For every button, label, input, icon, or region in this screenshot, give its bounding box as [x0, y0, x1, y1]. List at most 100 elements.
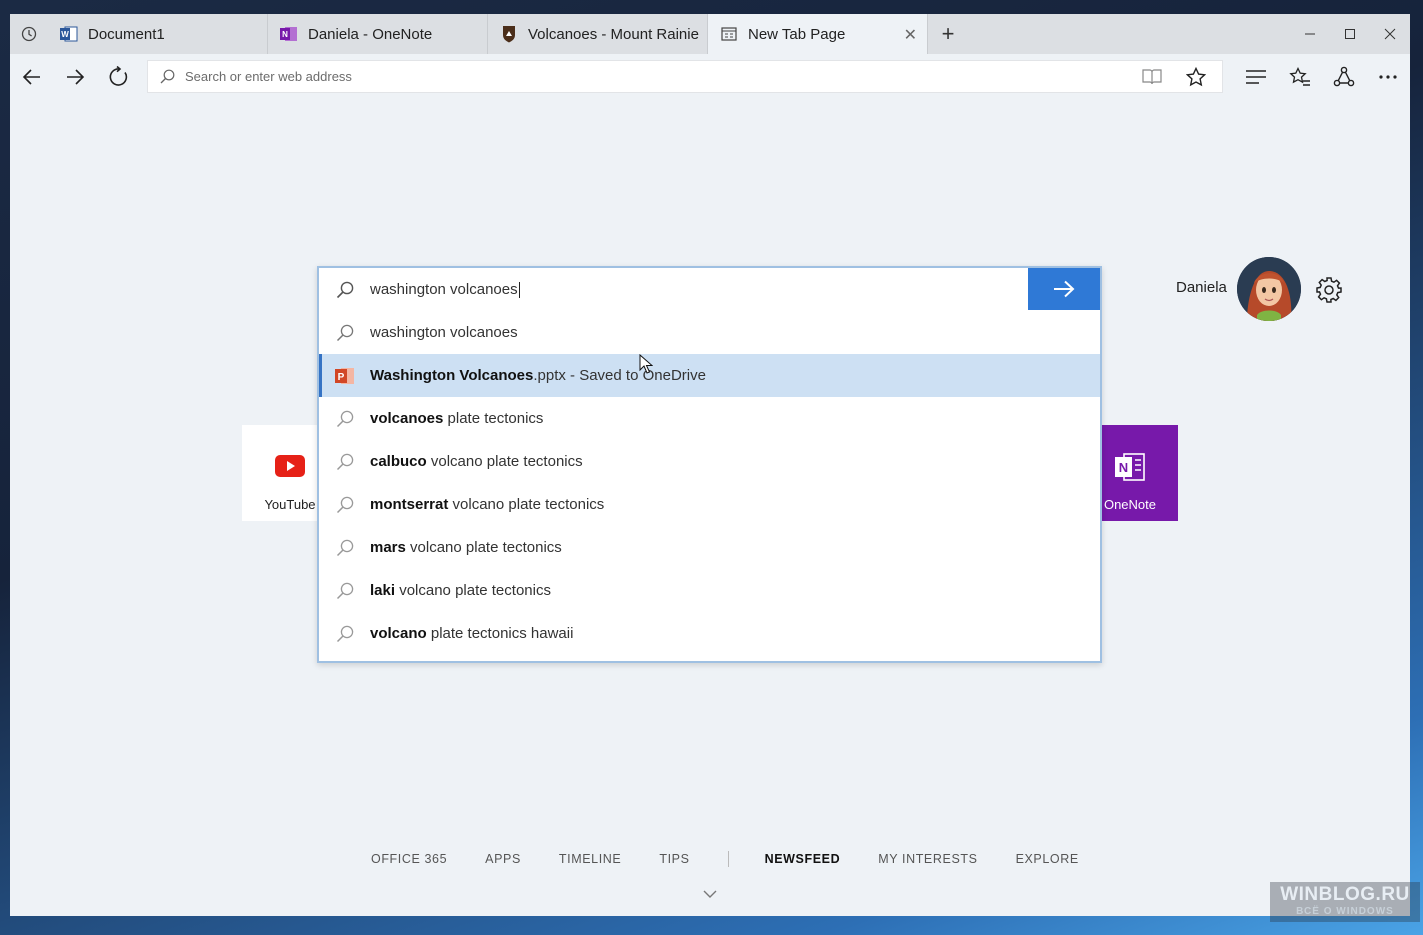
minimize-button[interactable]	[1290, 14, 1330, 54]
search-icon	[334, 625, 356, 643]
hub-icon	[1246, 70, 1266, 84]
suggestion-text: volcano plate tectonics	[448, 496, 605, 513]
youtube-icon	[275, 455, 305, 477]
newtab-icon	[720, 25, 738, 43]
watermark-title: WINBLOG.RU	[1280, 884, 1410, 905]
suggestion-bold: volcanoes	[370, 410, 444, 427]
suggestion-item[interactable]: calbuco volcano plate tectonics	[319, 440, 1100, 483]
tab-title: Daniela - OneNote	[308, 25, 433, 43]
suggestion-text: volcano plate tectonics	[395, 582, 551, 599]
suggestion-text: .pptx - Saved to OneDrive	[533, 367, 706, 384]
search-dropdown: washington volcanoes washington volcanoe…	[317, 266, 1102, 663]
suggestion-item[interactable]: mars volcano plate tectonics	[319, 526, 1100, 569]
svg-text:W: W	[61, 30, 69, 39]
nav-my-interests[interactable]: MY INTERESTS	[878, 852, 977, 866]
clock-icon	[21, 26, 37, 42]
nav-tips[interactable]: TIPS	[659, 852, 689, 866]
tab-document1[interactable]: W Document1	[48, 14, 268, 54]
arrow-right-icon	[67, 69, 85, 85]
suggestion-bold: volcano	[370, 625, 427, 642]
tab-title: New Tab Page	[748, 25, 846, 43]
nav-explore[interactable]: EXPLORE	[1016, 852, 1079, 866]
suggestion-text: volcano plate tectonics	[426, 453, 583, 470]
nps-icon	[500, 25, 518, 43]
settings-button[interactable]	[1315, 276, 1343, 309]
arrow-right-icon	[1054, 280, 1075, 298]
chevron-down-icon	[703, 890, 717, 898]
watermark-subtitle: ВСЁ О WINDOWS	[1296, 906, 1394, 917]
svg-text:P: P	[338, 372, 345, 383]
onenote-icon: N	[280, 25, 298, 43]
suggestion-item[interactable]: volcano plate tectonics hawaii	[319, 612, 1100, 655]
suggestion-bold: Washington Volcanoes	[370, 367, 534, 384]
ntp-bottom-nav: OFFICE 365 APPS TIMELINE TIPS NEWSFEED M…	[371, 851, 1117, 867]
forward-button[interactable]	[58, 60, 92, 94]
tab-history-button[interactable]	[10, 14, 48, 54]
tab-new-tab-page[interactable]: New Tab Page ✕	[708, 14, 928, 54]
suggestion-item[interactable]: montserrat volcano plate tectonics	[319, 483, 1100, 526]
user-name: Daniela	[1176, 279, 1227, 296]
tab-onenote[interactable]: N Daniela - OneNote	[268, 14, 488, 54]
search-input[interactable]: washington volcanoes	[319, 268, 1029, 311]
word-icon: W	[60, 25, 78, 43]
more-icon	[1379, 75, 1397, 79]
nav-apps[interactable]: APPS	[485, 852, 521, 866]
refresh-icon	[109, 66, 128, 86]
search-icon	[334, 582, 356, 600]
hub-button[interactable]	[1239, 60, 1273, 94]
favorite-star-icon[interactable]	[1185, 66, 1207, 90]
suggestion-item-file[interactable]: P Washington Volcanoes.pptx - Saved to O…	[319, 354, 1100, 397]
svg-text:N: N	[282, 30, 288, 39]
suggestion-bold: montserrat	[370, 496, 449, 513]
suggestion-text: plate tectonics hawaii	[426, 625, 574, 642]
minimize-icon	[1305, 33, 1315, 35]
nav-newsfeed[interactable]: NEWSFEED	[765, 852, 841, 866]
close-tab-icon[interactable]: ✕	[904, 25, 917, 45]
close-window-button[interactable]	[1370, 14, 1410, 54]
tab-volcanoes[interactable]: Volcanoes - Mount Rainie	[488, 14, 708, 54]
address-bar[interactable]: Search or enter web address	[147, 60, 1223, 93]
arrow-left-icon	[22, 69, 40, 85]
mouse-cursor-icon	[639, 354, 653, 374]
search-icon	[160, 69, 175, 84]
avatar[interactable]	[1237, 257, 1301, 321]
share-button[interactable]	[1327, 60, 1361, 94]
nav-timeline[interactable]: TIMELINE	[559, 852, 621, 866]
suggestion-text: washington volcanoes	[370, 324, 518, 341]
text-caret	[518, 281, 520, 298]
search-icon	[334, 453, 356, 471]
new-tab-button[interactable]: +	[928, 14, 968, 54]
suggestion-text: volcano plate tectonics	[405, 539, 562, 556]
browser-window: W Document1 N Daniela - OneNote Volcanoe…	[10, 14, 1410, 916]
search-query: washington volcanoes	[370, 281, 518, 298]
gear-icon	[1316, 277, 1342, 303]
search-go-button[interactable]	[1028, 268, 1100, 310]
suggestion-text: plate tectonics	[443, 410, 544, 427]
more-button[interactable]	[1371, 60, 1405, 94]
back-button[interactable]	[15, 60, 49, 94]
nav-office365[interactable]: OFFICE 365	[371, 852, 447, 866]
search-icon	[334, 324, 356, 342]
web-note-button[interactable]	[1283, 60, 1317, 94]
nav-bar: Search or enter web address	[10, 54, 1410, 98]
suggestion-item[interactable]: volcanoes plate tectonics	[319, 397, 1100, 440]
onenote-icon: N	[1115, 453, 1145, 481]
suggestion-item[interactable]: washington volcanoes	[319, 311, 1100, 354]
refresh-button[interactable]	[102, 60, 136, 94]
suggestion-bold: calbuco	[370, 453, 427, 470]
suggestion-bold: laki	[370, 582, 396, 599]
maximize-icon	[1345, 29, 1355, 39]
close-icon	[1384, 28, 1396, 40]
maximize-button[interactable]	[1330, 14, 1370, 54]
share-icon	[1333, 66, 1355, 87]
powerpoint-icon: P	[334, 367, 356, 385]
search-icon	[334, 539, 356, 557]
window-controls	[1290, 14, 1410, 54]
address-placeholder: Search or enter web address	[185, 69, 352, 84]
suggestion-item[interactable]: laki volcano plate tectonics	[319, 569, 1100, 612]
tab-title: Document1	[88, 25, 165, 43]
reading-view-icon[interactable]	[1142, 68, 1162, 89]
tab-title: Volcanoes - Mount Rainie	[528, 25, 699, 43]
expand-feed-button[interactable]	[703, 886, 717, 904]
search-icon	[334, 281, 356, 299]
